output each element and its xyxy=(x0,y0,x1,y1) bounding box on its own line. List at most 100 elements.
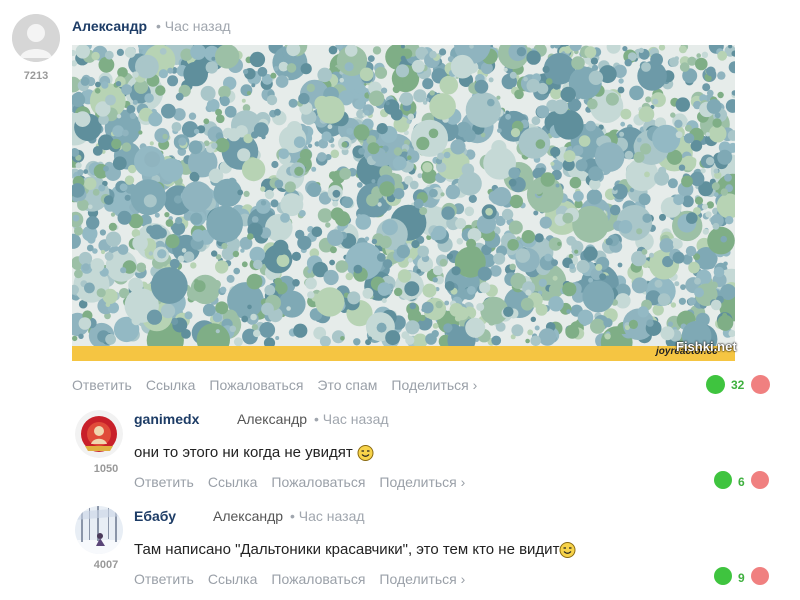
avatar-winter-photo[interactable] xyxy=(75,506,123,554)
color-dot xyxy=(582,280,615,313)
color-dot xyxy=(603,318,613,328)
color-dot xyxy=(566,309,571,314)
color-dot xyxy=(377,282,392,296)
reply-link[interactable]: Ответить xyxy=(72,377,132,393)
color-dot xyxy=(381,298,387,304)
spam-link[interactable]: Это спам xyxy=(317,377,377,393)
color-dot xyxy=(243,190,250,197)
vote-down-button[interactable] xyxy=(751,375,770,394)
color-dot xyxy=(190,262,197,269)
comment-time: • Час назад xyxy=(156,18,231,34)
color-dot xyxy=(675,97,690,112)
color-dot xyxy=(604,203,610,209)
avatar-komsomol[interactable] xyxy=(75,410,123,458)
permalink-link[interactable]: Ссылка xyxy=(208,571,258,587)
color-dot xyxy=(594,142,625,172)
color-dot xyxy=(347,291,361,305)
reply-to-author[interactable]: Александр xyxy=(237,411,307,427)
color-dot xyxy=(516,47,527,57)
color-dot xyxy=(192,229,205,242)
report-link[interactable]: Пожаловаться xyxy=(271,474,365,490)
color-dot xyxy=(402,76,416,91)
color-dot xyxy=(511,324,524,337)
color-dot xyxy=(533,210,539,216)
color-dot xyxy=(91,51,100,61)
color-dot xyxy=(105,94,116,106)
color-dot xyxy=(574,249,579,254)
color-dot xyxy=(159,158,184,182)
color-dot xyxy=(681,175,693,188)
comment-author[interactable]: ganimedx xyxy=(134,411,199,427)
color-dot xyxy=(104,50,114,60)
vote-down-button[interactable] xyxy=(751,567,769,585)
color-dot xyxy=(670,302,677,308)
color-dot xyxy=(379,181,395,197)
color-dot xyxy=(104,251,114,261)
color-dot xyxy=(432,323,439,329)
vote-up-button[interactable] xyxy=(714,471,732,489)
color-dot xyxy=(175,217,183,225)
color-dot xyxy=(720,235,727,243)
report-link[interactable]: Пожаловаться xyxy=(271,571,365,587)
color-dot xyxy=(165,234,180,249)
color-dot xyxy=(583,246,598,261)
color-dot xyxy=(604,333,611,340)
color-dot xyxy=(379,235,392,249)
colorblind-test-image[interactable] xyxy=(72,45,735,361)
color-dot xyxy=(636,137,642,143)
color-dot xyxy=(271,160,279,169)
reply-link[interactable]: Ответить xyxy=(134,571,194,587)
color-dot xyxy=(108,222,117,231)
vote-up-button[interactable] xyxy=(706,375,725,394)
color-dot xyxy=(450,139,466,155)
color-dot xyxy=(158,69,168,79)
permalink-link[interactable]: Ссылка xyxy=(208,474,258,490)
color-dot xyxy=(293,136,306,148)
color-dot xyxy=(215,329,220,334)
reply-link[interactable]: Ответить xyxy=(134,474,194,490)
color-dot xyxy=(638,106,655,123)
color-dot xyxy=(617,86,625,94)
color-dot xyxy=(105,231,122,247)
vote-score: 6 xyxy=(738,475,745,489)
color-dot xyxy=(421,301,434,314)
color-dot xyxy=(115,81,122,87)
color-dot xyxy=(503,67,508,72)
share-link[interactable]: Поделиться › xyxy=(379,474,465,490)
color-dot xyxy=(624,59,632,67)
vote-up-button[interactable] xyxy=(714,567,732,585)
color-dot xyxy=(491,335,502,346)
reply-to-author[interactable]: Александр xyxy=(213,508,283,524)
comment-author[interactable]: Александр xyxy=(72,18,147,34)
color-dot xyxy=(526,78,541,93)
color-dot xyxy=(329,259,335,266)
color-dot xyxy=(381,219,398,236)
color-dot xyxy=(233,267,240,275)
color-dot xyxy=(329,246,337,254)
color-dot xyxy=(330,149,340,159)
report-link[interactable]: Пожаловаться xyxy=(209,377,303,393)
color-dot xyxy=(200,85,216,101)
color-dot xyxy=(720,188,728,196)
permalink-link[interactable]: Ссылка xyxy=(146,377,196,393)
color-dot xyxy=(535,303,548,316)
color-dot xyxy=(462,129,476,143)
color-dot xyxy=(250,313,257,321)
color-dot xyxy=(717,71,726,80)
color-dot xyxy=(297,235,312,250)
avatar-default[interactable] xyxy=(12,14,60,62)
color-dot xyxy=(687,297,696,306)
vote-score: 9 xyxy=(738,571,745,585)
comment-author[interactable]: Ебабу xyxy=(134,508,176,524)
vote-down-button[interactable] xyxy=(751,471,769,489)
color-dot xyxy=(193,128,200,135)
color-dot xyxy=(674,56,679,61)
color-dot xyxy=(684,124,692,132)
color-dot xyxy=(325,222,331,228)
share-link[interactable]: Поделиться › xyxy=(379,571,465,587)
color-dot xyxy=(444,300,450,306)
color-dot xyxy=(553,99,569,115)
color-dot xyxy=(683,133,695,144)
color-dot xyxy=(122,129,129,137)
share-link[interactable]: Поделиться › xyxy=(391,377,477,393)
